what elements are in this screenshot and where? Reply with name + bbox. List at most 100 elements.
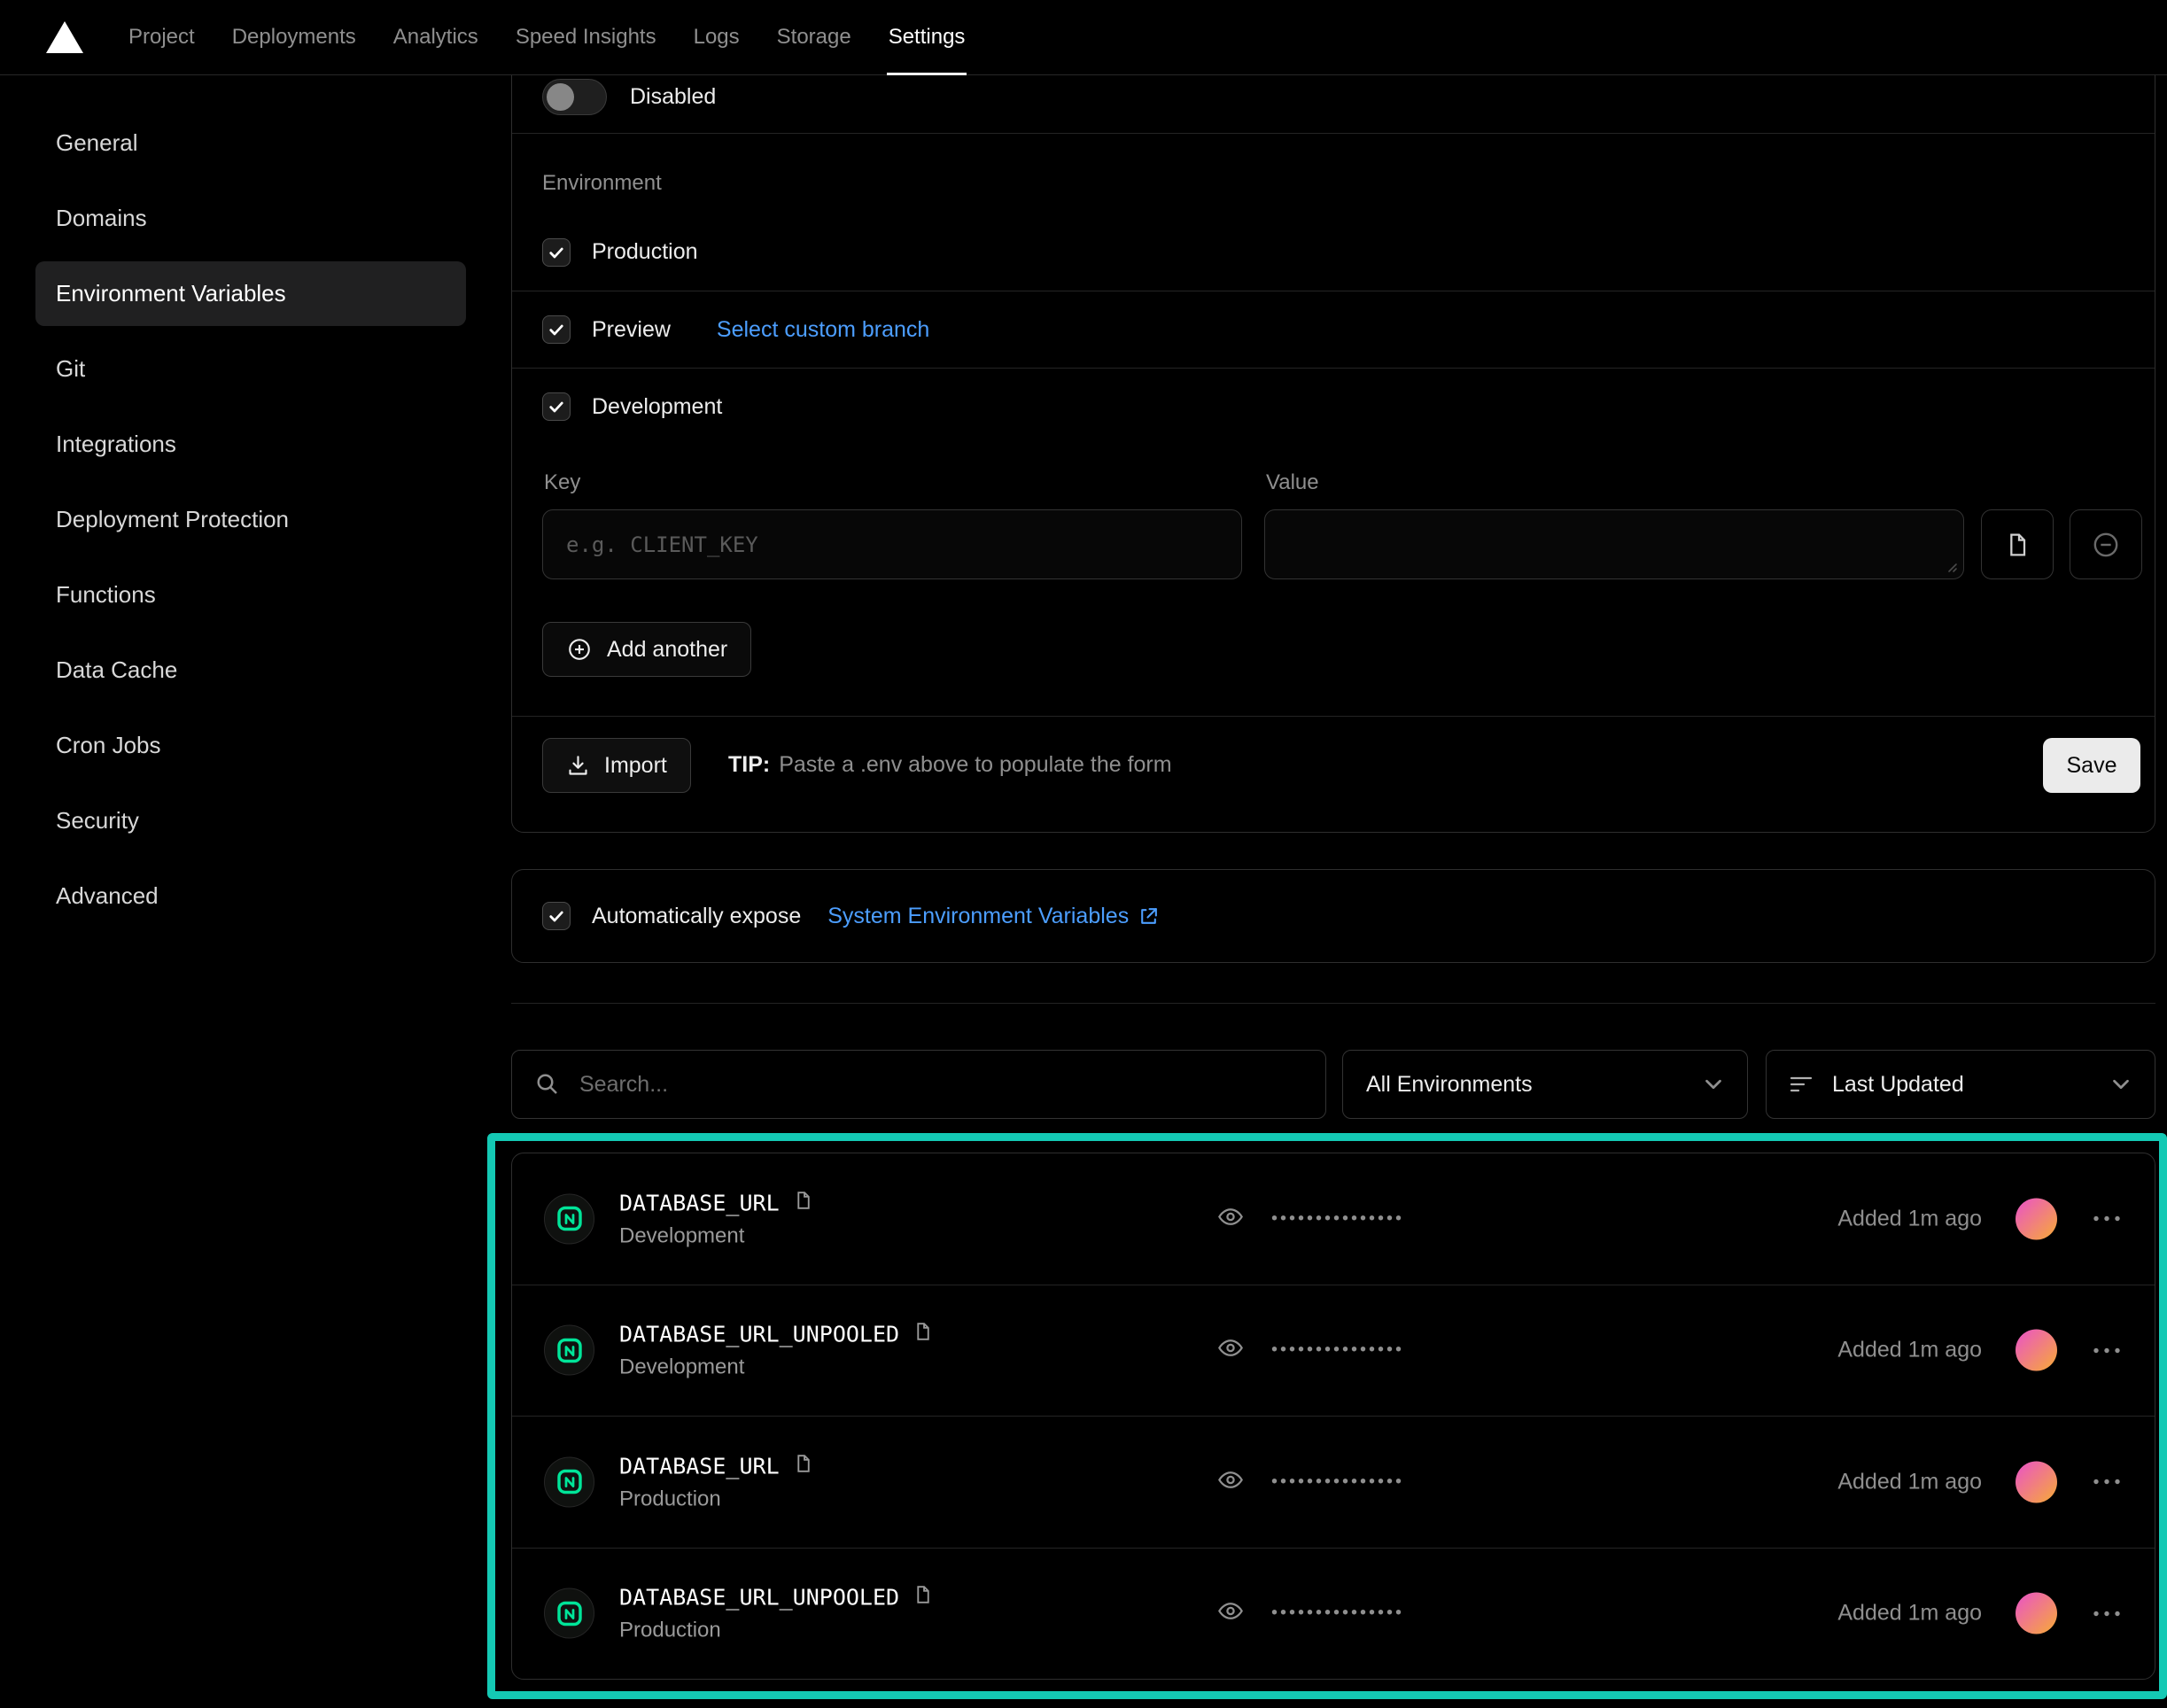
row-actions-menu[interactable] <box>2091 1215 2123 1223</box>
nav-tab-logs[interactable]: Logs <box>675 0 758 74</box>
nav-tab-speed-insights[interactable]: Speed Insights <box>497 0 675 74</box>
checkbox-development[interactable] <box>542 392 571 421</box>
creator-avatar <box>2016 1198 2057 1239</box>
remove-row-button[interactable] <box>2070 509 2142 579</box>
sidebar-item-general[interactable]: General <box>0 105 483 181</box>
expose-system-env-card: Automatically expose System Environment … <box>511 869 2155 963</box>
env-var-environment: Development <box>619 1223 814 1248</box>
nav-tab-deployments[interactable]: Deployments <box>214 0 375 74</box>
environment-checkbox-group: Production Preview Select custom branch Dev… <box>512 214 2155 445</box>
top-nav: ProjectDeploymentsAnalyticsSpeed Insight… <box>0 0 2167 75</box>
import-button[interactable]: Import <box>542 738 691 793</box>
sensitive-toggle[interactable] <box>542 79 607 115</box>
sidebar-item-git[interactable]: Git <box>0 331 483 407</box>
settings-sidebar: GeneralDomainsEnvironment VariablesGitIn… <box>0 75 483 934</box>
added-timestamp: Added 1m ago <box>1837 1469 1982 1494</box>
sidebar-item-security[interactable]: Security <box>0 783 483 858</box>
value-field-wrap <box>1264 509 1964 579</box>
sensitive-toggle-row: Disabled <box>542 79 716 115</box>
hidden-value-dots: ••••••••••••••• <box>1271 1603 1404 1624</box>
checkbox-expose-system-env[interactable] <box>542 902 571 930</box>
search-input[interactable] <box>511 1050 1326 1119</box>
value-input[interactable] <box>1264 509 1964 579</box>
env-var-list: DATABASE_URLDevelopment•••••••••••••••Ad… <box>511 1153 2155 1680</box>
neon-integration-icon <box>544 1456 594 1507</box>
hidden-value-dots: ••••••••••••••• <box>1271 1208 1404 1229</box>
tip-bold: TIP: <box>728 752 770 777</box>
chevron-down-icon <box>2110 1074 2132 1095</box>
sensitive-toggle-label: Disabled <box>630 84 716 110</box>
env-var-row: DATABASE_URL_UNPOOLEDProduction•••••••••… <box>512 1548 2155 1680</box>
row-actions-menu[interactable] <box>2091 1478 2123 1487</box>
vercel-logo-icon[interactable] <box>46 21 83 53</box>
reveal-value-icon[interactable] <box>1216 1334 1245 1367</box>
reveal-value-icon[interactable] <box>1216 1465 1245 1498</box>
sidebar-item-data-cache[interactable]: Data Cache <box>0 633 483 708</box>
environment-filter-label: All Environments <box>1366 1072 1533 1098</box>
sidebar-item-functions[interactable]: Functions <box>0 557 483 633</box>
environment-option-label: Preview <box>592 317 671 343</box>
sidebar-item-environment-variables[interactable]: Environment Variables <box>0 256 483 331</box>
reveal-value-icon[interactable] <box>1216 1202 1245 1235</box>
row-actions-menu[interactable] <box>2091 1609 2123 1618</box>
neon-integration-icon <box>544 1325 594 1376</box>
external-link-icon <box>1138 905 1160 928</box>
note-icon[interactable] <box>792 1452 814 1479</box>
sort-lines-icon <box>1790 1075 1813 1094</box>
note-icon[interactable] <box>912 1321 934 1348</box>
environment-option-label: Development <box>592 394 722 420</box>
add-another-label: Add another <box>607 637 727 663</box>
toggle-knob <box>547 83 574 111</box>
sidebar-item-deployment-protection[interactable]: Deployment Protection <box>0 482 483 557</box>
system-env-vars-link-label: System Environment Variables <box>827 904 1129 929</box>
sidebar-item-cron-jobs[interactable]: Cron Jobs <box>0 708 483 783</box>
sort-dropdown[interactable]: Last Updated <box>1766 1050 2155 1119</box>
divider <box>512 716 2155 717</box>
note-icon[interactable] <box>912 1584 934 1611</box>
added-timestamp: Added 1m ago <box>1837 1206 1982 1231</box>
env-var-form-card: Disabled Environment ProductionPreviewSe… <box>511 19 2155 833</box>
nav-tab-project[interactable]: Project <box>110 0 214 74</box>
add-another-button[interactable]: Add another <box>542 622 751 677</box>
paste-env-button[interactable] <box>1981 509 2054 579</box>
sidebar-item-integrations[interactable]: Integrations <box>0 407 483 482</box>
environment-option-production: Production <box>512 214 2155 291</box>
save-button[interactable]: Save <box>2043 738 2140 793</box>
added-timestamp: Added 1m ago <box>1837 1601 1982 1626</box>
neon-integration-icon <box>544 1588 594 1639</box>
value-field-label: Value <box>1266 470 1319 495</box>
environment-option-label: Production <box>592 239 698 265</box>
filter-row: All Environments Last Updated <box>511 1050 2155 1119</box>
nav-tab-settings[interactable]: Settings <box>870 0 984 74</box>
nav-tab-analytics[interactable]: Analytics <box>375 0 497 74</box>
system-env-vars-link[interactable]: System Environment Variables <box>827 904 1160 929</box>
divider <box>511 1003 2155 1004</box>
env-var-environment: Development <box>619 1355 934 1380</box>
environment-filter-dropdown[interactable]: All Environments <box>1342 1050 1748 1119</box>
key-input[interactable] <box>542 509 1242 579</box>
tip-body: Paste a .env above to populate the form <box>779 752 1171 777</box>
note-icon[interactable] <box>792 1189 814 1216</box>
tip-text: TIP: Paste a .env above to populate the f… <box>728 752 1172 778</box>
environment-option-development: Development <box>512 368 2155 445</box>
select-custom-branch-link[interactable]: Select custom branch <box>717 317 929 343</box>
checkbox-preview[interactable] <box>542 315 571 344</box>
sidebar-item-domains[interactable]: Domains <box>0 181 483 256</box>
env-var-environment: Production <box>619 1619 934 1643</box>
checkbox-production[interactable] <box>542 238 571 267</box>
divider <box>512 133 2155 134</box>
env-var-row: DATABASE_URLProduction•••••••••••••••Add… <box>512 1416 2155 1548</box>
hidden-value-dots: ••••••••••••••• <box>1271 1340 1404 1361</box>
key-field-label: Key <box>544 470 580 495</box>
neon-integration-icon <box>544 1193 594 1244</box>
nav-tab-storage[interactable]: Storage <box>758 0 870 74</box>
resize-grip-icon[interactable] <box>1944 559 1958 573</box>
sort-label: Last Updated <box>1832 1072 1964 1098</box>
creator-avatar <box>2016 1330 2057 1371</box>
reveal-value-icon[interactable] <box>1216 1597 1245 1630</box>
creator-avatar <box>2016 1593 2057 1634</box>
row-actions-menu[interactable] <box>2091 1346 2123 1355</box>
env-var-name: DATABASE_URL_UNPOOLED <box>619 1322 899 1347</box>
plus-circle-icon <box>566 636 593 663</box>
sidebar-item-advanced[interactable]: Advanced <box>0 858 483 934</box>
